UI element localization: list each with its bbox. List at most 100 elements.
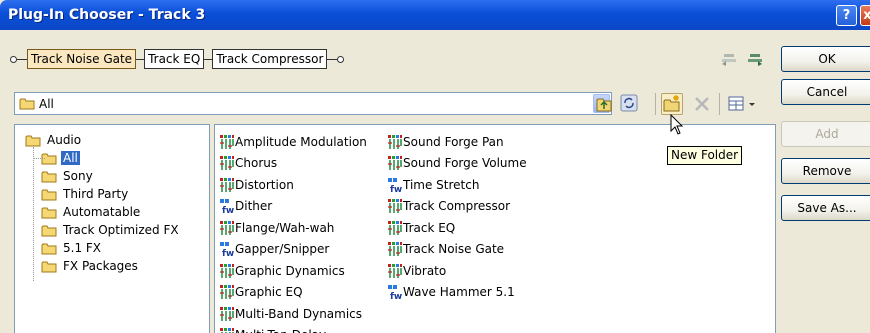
remove-button[interactable]: Remove — [781, 158, 870, 184]
tree-node-audio[interactable]: Audio — [15, 131, 209, 149]
plugin-item[interactable]: Track Noise Gate — [387, 239, 527, 261]
title-bar: Plug-In Chooser - Track 3 — [0, 0, 870, 30]
tree-node-fx-packages[interactable]: FX Packages — [15, 257, 209, 275]
plugin-item[interactable]: fw Wave Hammer 5.1 — [387, 282, 527, 304]
plugin-item-label: Track Noise Gate — [403, 242, 505, 257]
new-folder-button[interactable] — [661, 93, 683, 115]
tree-node-sony[interactable]: Sony — [15, 167, 209, 185]
plugin-item-label: Distortion — [235, 177, 294, 192]
add-button[interactable]: Add — [781, 121, 870, 147]
chain-plugin-noise-gate[interactable]: Track Noise Gate — [27, 49, 137, 69]
plugin-item-label: Wave Hammer 5.1 — [403, 285, 515, 300]
multi-plug-icon — [220, 220, 234, 235]
tree-node-all[interactable]: All — [15, 149, 209, 167]
folder-tree[interactable]: Audio All Sony Third Party Automatable T… — [14, 124, 210, 333]
folder-icon — [19, 98, 35, 110]
plugin-item[interactable]: Track EQ — [387, 217, 527, 239]
multi-plug-icon — [220, 328, 234, 333]
multi-plug-icon — [220, 306, 234, 321]
folder-path-value: All — [39, 96, 54, 111]
cancel-button[interactable]: Cancel — [781, 79, 870, 105]
folder-icon — [41, 243, 57, 254]
svg-text:fw: fw — [222, 249, 234, 257]
plugin-item[interactable]: Multi-Band Dynamics — [219, 303, 367, 325]
plugin-column-1: Amplitude Modulation Chorus Distortion fw Di… — [219, 131, 367, 333]
folder-icon — [41, 189, 57, 200]
tree-node-third-party[interactable]: Third Party — [15, 185, 209, 203]
multi-plug-icon — [220, 285, 234, 300]
multi-plug-icon — [388, 263, 402, 278]
ok-button[interactable]: OK — [781, 46, 870, 72]
plugin-item-label: Multi-Band Dynamics — [235, 306, 363, 321]
move-plugin-left-icon[interactable] — [720, 52, 738, 66]
chain-plugin-eq[interactable]: Track EQ — [144, 49, 205, 69]
plugin-item-label: Graphic Dynamics — [235, 263, 345, 278]
view-options-icon[interactable] — [728, 95, 758, 113]
multi-plug-icon — [220, 263, 234, 278]
multi-plug-icon — [220, 177, 234, 192]
plugin-item[interactable]: Sound Forge Volume — [387, 153, 527, 175]
multi-plug-icon — [388, 242, 402, 257]
plugin-item[interactable]: Distortion — [219, 174, 367, 196]
tree-node-5-1-fx[interactable]: 5.1 FX — [15, 239, 209, 257]
multi-plug-icon — [388, 199, 402, 214]
folder-icon — [41, 207, 57, 218]
plugin-item-label: Flange/Wah-wah — [235, 220, 335, 235]
fw-plug-icon: fw — [388, 285, 402, 300]
multi-plug-icon — [388, 156, 402, 171]
plugin-item[interactable]: fw Dither — [219, 196, 367, 218]
window-title: Plug-In Chooser - Track 3 — [8, 7, 206, 23]
plugin-item-label: Sound Forge Pan — [403, 134, 504, 149]
plugin-item-label: Track Compressor — [403, 199, 511, 214]
folder-open-icon — [25, 135, 41, 146]
plugin-chain: Track Noise Gate Track EQ Track Compress… — [10, 48, 345, 70]
plugin-item-label: Gapper/Snipper — [235, 242, 330, 257]
plugin-item[interactable]: Graphic EQ — [219, 282, 367, 304]
plugin-item[interactable]: Vibrato — [387, 260, 527, 282]
folder-icon — [41, 225, 57, 236]
fw-plug-icon: fw — [220, 242, 234, 257]
tree-node-automatable[interactable]: Automatable — [15, 203, 209, 221]
up-folder-icon[interactable] — [595, 95, 615, 115]
plugin-item-label: Graphic EQ — [235, 285, 303, 300]
folder-path-combo[interactable]: All ▼ — [14, 92, 612, 115]
plugin-item[interactable]: Multi-Tap Delay — [219, 325, 367, 333]
plugin-item-label: Amplitude Modulation — [235, 134, 367, 149]
plugin-item[interactable]: Graphic Dynamics — [219, 260, 367, 282]
multi-plug-icon — [388, 220, 402, 235]
fw-plug-icon: fw — [388, 177, 402, 193]
fw-plug-icon: fw — [220, 199, 234, 214]
plugin-item-label: Chorus — [235, 156, 278, 171]
plugin-item-label: Dither — [235, 199, 273, 214]
help-button[interactable]: ? — [836, 5, 857, 26]
plugin-item[interactable]: Chorus — [219, 153, 367, 175]
mouse-cursor-icon — [670, 114, 684, 135]
plugin-item[interactable]: Sound Forge Pan — [387, 131, 527, 153]
svg-text:fw: fw — [390, 292, 402, 300]
multi-plug-icon — [220, 156, 234, 171]
plugin-column-2: Sound Forge Pan Sound Forge Volume fw Time … — [387, 131, 527, 303]
plugin-item[interactable]: fw Gapper/Snipper — [219, 239, 367, 261]
plugin-item[interactable]: Flange/Wah-wah — [219, 217, 367, 239]
tree-node-track-optimized-fx[interactable]: Track Optimized FX — [15, 221, 209, 239]
chain-plugin-compressor[interactable]: Track Compressor — [212, 49, 328, 69]
folder-icon — [41, 171, 57, 182]
move-plugin-right-icon[interactable] — [746, 52, 764, 66]
plugin-item[interactable]: Amplitude Modulation — [219, 131, 367, 153]
svg-text:fw: fw — [222, 206, 234, 214]
plugin-item[interactable]: fw Time Stretch — [387, 174, 527, 196]
delete-icon[interactable] — [693, 95, 711, 113]
plugin-item-label: Track EQ — [403, 220, 456, 235]
plugin-item-label: Multi-Tap Delay — [235, 328, 326, 333]
refresh-icon[interactable] — [620, 94, 640, 114]
plugin-item-label: Sound Forge Volume — [403, 156, 527, 171]
plugin-item[interactable]: Track Compressor — [387, 196, 527, 218]
folder-icon — [41, 261, 57, 272]
close-button[interactable]: x — [860, 5, 870, 26]
save-as-button[interactable]: Save As... — [781, 195, 870, 221]
multi-plug-icon — [220, 134, 234, 149]
svg-text:fw: fw — [390, 185, 402, 193]
plugin-item-label: Vibrato — [403, 263, 447, 278]
plugin-item-label: Time Stretch — [403, 177, 480, 192]
chain-end-node — [337, 55, 345, 63]
